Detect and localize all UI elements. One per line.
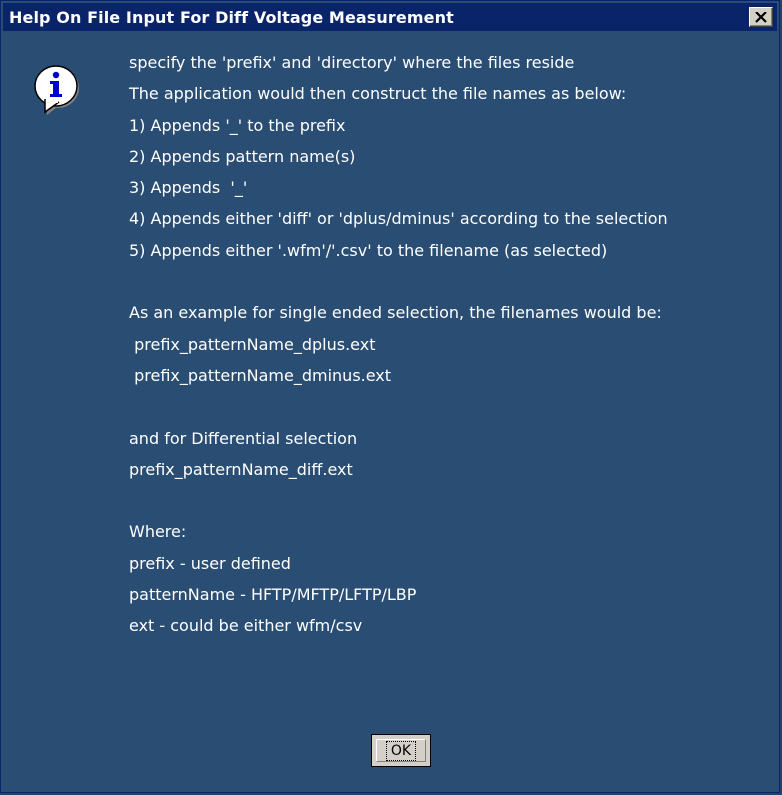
message-line: patternName - HFTP/MFTP/LFTP/LBP (129, 585, 417, 605)
message-line: 5) Appends either '.wfm'/'.csv' to the f… (129, 240, 608, 260)
message-line: The application would then construct the… (129, 84, 627, 104)
message-line: 1) Appends '_' to the prefix (129, 115, 346, 135)
message-line: prefix_patternName_dplus.ext (129, 334, 376, 354)
message-line: 3) Appends '_' (129, 178, 248, 198)
window-title: Help On File Input For Diff Voltage Meas… (9, 7, 454, 27)
ok-button[interactable]: OK (371, 734, 431, 767)
ok-button-face: OK (376, 739, 426, 762)
info-icon (34, 65, 79, 115)
message-line: prefix - user defined (129, 553, 291, 573)
message-line: 2) Appends pattern name(s) (129, 146, 356, 166)
message-line: prefix_patternName_diff.ext (129, 459, 353, 479)
message-line: specify the 'prefix' and 'directory' whe… (129, 53, 575, 72)
message-line: prefix_patternName_dminus.ext (129, 365, 392, 385)
help-message: specify the 'prefix' and 'directory' whe… (129, 47, 668, 642)
message-line: As an example for single ended selection… (129, 303, 662, 323)
help-dialog: Help On File Input For Diff Voltage Meas… (0, 0, 780, 793)
ok-button-label: OK (385, 740, 417, 761)
message-line: Where: (129, 522, 187, 542)
message-line: ext - could be either wfm/csv (129, 616, 363, 636)
dialog-content: specify the 'prefix' and 'directory' whe… (3, 33, 777, 790)
message-line: 4) Appends either 'diff' or 'dplus/dminu… (129, 209, 668, 229)
message-line: and for Differential selection (129, 428, 358, 448)
close-button[interactable] (749, 7, 773, 27)
title-bar[interactable]: Help On File Input For Diff Voltage Meas… (3, 3, 777, 31)
close-icon (755, 11, 767, 23)
